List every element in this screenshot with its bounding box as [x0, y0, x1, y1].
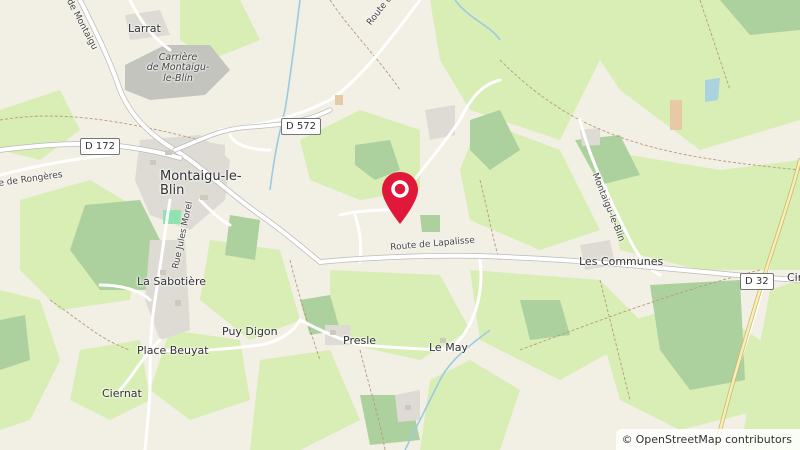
- road-shield-d172: D 172: [80, 138, 120, 155]
- pond: [705, 78, 720, 102]
- map-canvas[interactable]: Larrat Carrière de Montaigu- le-Blin Mon…: [0, 0, 800, 450]
- attribution-link[interactable]: OpenStreetMap contributors: [636, 433, 792, 446]
- copyright-symbol: ©: [621, 433, 633, 446]
- road-shield-d32: D 32: [740, 273, 774, 290]
- map-attribution: © OpenStreetMap contributors: [615, 429, 800, 450]
- map-pin-icon: [382, 172, 418, 224]
- location-marker[interactable]: [380, 170, 420, 226]
- road-shield-d572: D 572: [281, 118, 321, 135]
